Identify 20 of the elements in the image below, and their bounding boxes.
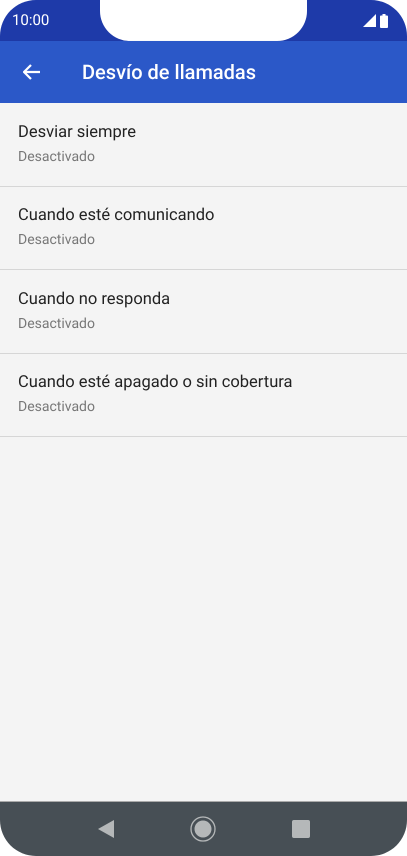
battery-icon xyxy=(380,14,388,28)
status-time: 10:00 xyxy=(12,10,50,32)
settings-item[interactable]: Cuando esté apagado o sin cobertura Desactivado xyxy=(0,354,407,437)
settings-item[interactable]: Cuando esté comunicando Desactivado xyxy=(0,186,407,270)
home-icon[interactable] xyxy=(190,816,216,842)
item-status: Desactivado xyxy=(18,231,96,250)
item-status: Desactivado xyxy=(18,398,96,418)
item-title: Cuando esté comunicando xyxy=(18,205,216,228)
recents-icon[interactable] xyxy=(292,820,310,838)
item-title: Cuando esté apagado o sin cobertura xyxy=(18,372,294,394)
item-status: Desactivado xyxy=(18,148,96,167)
settings-item[interactable]: Desviar siempre Desactivado xyxy=(0,103,407,186)
settings-item[interactable]: Cuando no responda Desactivado xyxy=(0,270,407,354)
item-title: Cuando no responda xyxy=(18,288,172,311)
screen-title: Desvío de llamadas xyxy=(82,59,256,86)
signal-icon xyxy=(363,14,376,27)
back-icon[interactable] xyxy=(98,820,114,838)
item-title: Desviar siempre xyxy=(18,122,137,144)
back-arrow-icon xyxy=(23,64,41,80)
item-status: Desactivado xyxy=(18,314,96,334)
